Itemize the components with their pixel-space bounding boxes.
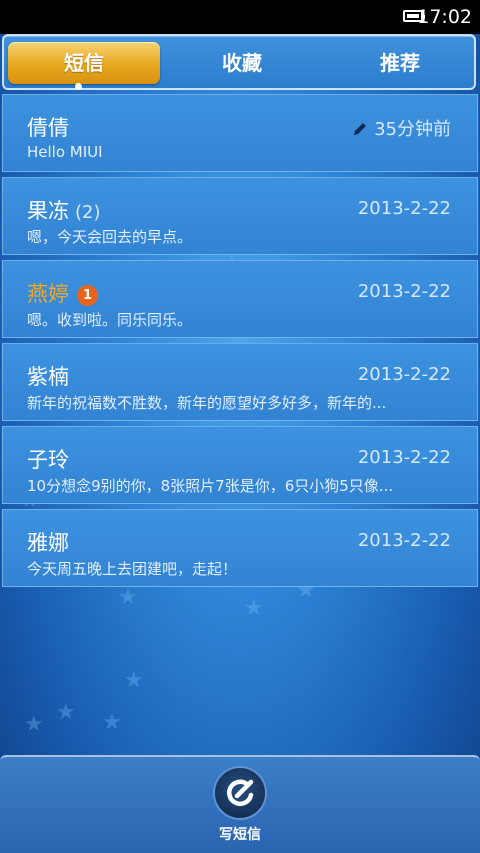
message-time: 2013-2-22 (357, 364, 451, 385)
tab-indicator (75, 83, 82, 90)
contact-name: 果冻 (27, 199, 69, 223)
status-bar: 17:02 (0, 0, 480, 34)
list-item[interactable]: 雅娜 2013-2-22 今天周五晚上去团建吧，走起！ (2, 509, 478, 587)
list-item[interactable]: 紫楠 2013-2-22 新年的祝福数不胜数，新年的愿望好多好多，新年的... (2, 343, 478, 421)
list-item[interactable]: 燕婷 1 2013-2-22 嗯。收到啦。同乐同乐。 (2, 260, 478, 338)
tab-recommended[interactable]: 推荐 (324, 42, 476, 84)
message-preview: 今天周五晚上去团建吧，走起！ (27, 560, 238, 578)
tab-messages[interactable]: 短信 (8, 42, 160, 84)
message-count: (2) (75, 202, 101, 223)
contact-name: 紫楠 (27, 365, 69, 389)
star-icon: ★ (56, 700, 76, 725)
message-time-text: 35分钟前 (374, 119, 451, 140)
unread-badge: 1 (77, 285, 98, 306)
contact-name: 倩倩 (27, 116, 69, 140)
compose-button[interactable] (213, 766, 267, 820)
list-item[interactable]: 倩倩 35分钟前 Hello MIUI (2, 94, 478, 172)
list-item[interactable]: 子玲 2013-2-22 10分想念9别的你，8张照片7张是你，6只小狗5只像.… (2, 426, 478, 504)
message-time: 2013-2-22 (357, 530, 451, 551)
compose-label: 写短信 (219, 827, 261, 843)
status-time: 17:02 (417, 6, 472, 28)
pencil-icon (354, 123, 367, 135)
star-icon: ★ (124, 668, 144, 693)
message-time: 2013-2-22 (357, 198, 451, 219)
message-preview: 嗯，今天会回去的早点。 (27, 228, 193, 246)
message-preview: 新年的祝福数不胜数，新年的愿望好多好多，新年的... (27, 394, 387, 412)
bottom-bar: 写短信 (0, 755, 480, 853)
contact-name: 子玲 (27, 448, 69, 472)
list-item[interactable]: 果冻 (2) 2013-2-22 嗯，今天会回去的早点。 (2, 177, 478, 255)
contact-name: 燕婷 (27, 282, 69, 306)
message-preview: 10分想念9别的你，8张照片7张是你，6只小狗5只像... (27, 477, 394, 495)
message-time: 2013-2-22 (357, 281, 451, 302)
contact-name: 雅娜 (27, 531, 69, 555)
star-icon: ★ (24, 712, 44, 737)
tab-favorites[interactable]: 收藏 (166, 42, 318, 84)
message-time: 2013-2-22 (357, 447, 451, 468)
message-list: 倩倩 35分钟前 Hello MIUI 果冻 (2) 2013-2-22 嗯，今天… (0, 94, 480, 592)
compose-icon (226, 779, 254, 806)
contact-name-wrap: 果冻 (2) (27, 195, 101, 225)
tab-bar: 短信 收藏 推荐 (2, 34, 476, 90)
star-icon: ★ (244, 596, 264, 621)
message-preview: Hello MIUI (27, 143, 103, 161)
contact-name-wrap: 燕婷 1 (27, 278, 98, 308)
message-preview: 嗯。收到啦。同乐同乐。 (27, 311, 193, 329)
message-time: 35分钟前 (352, 115, 451, 141)
star-icon: ★ (102, 710, 122, 735)
